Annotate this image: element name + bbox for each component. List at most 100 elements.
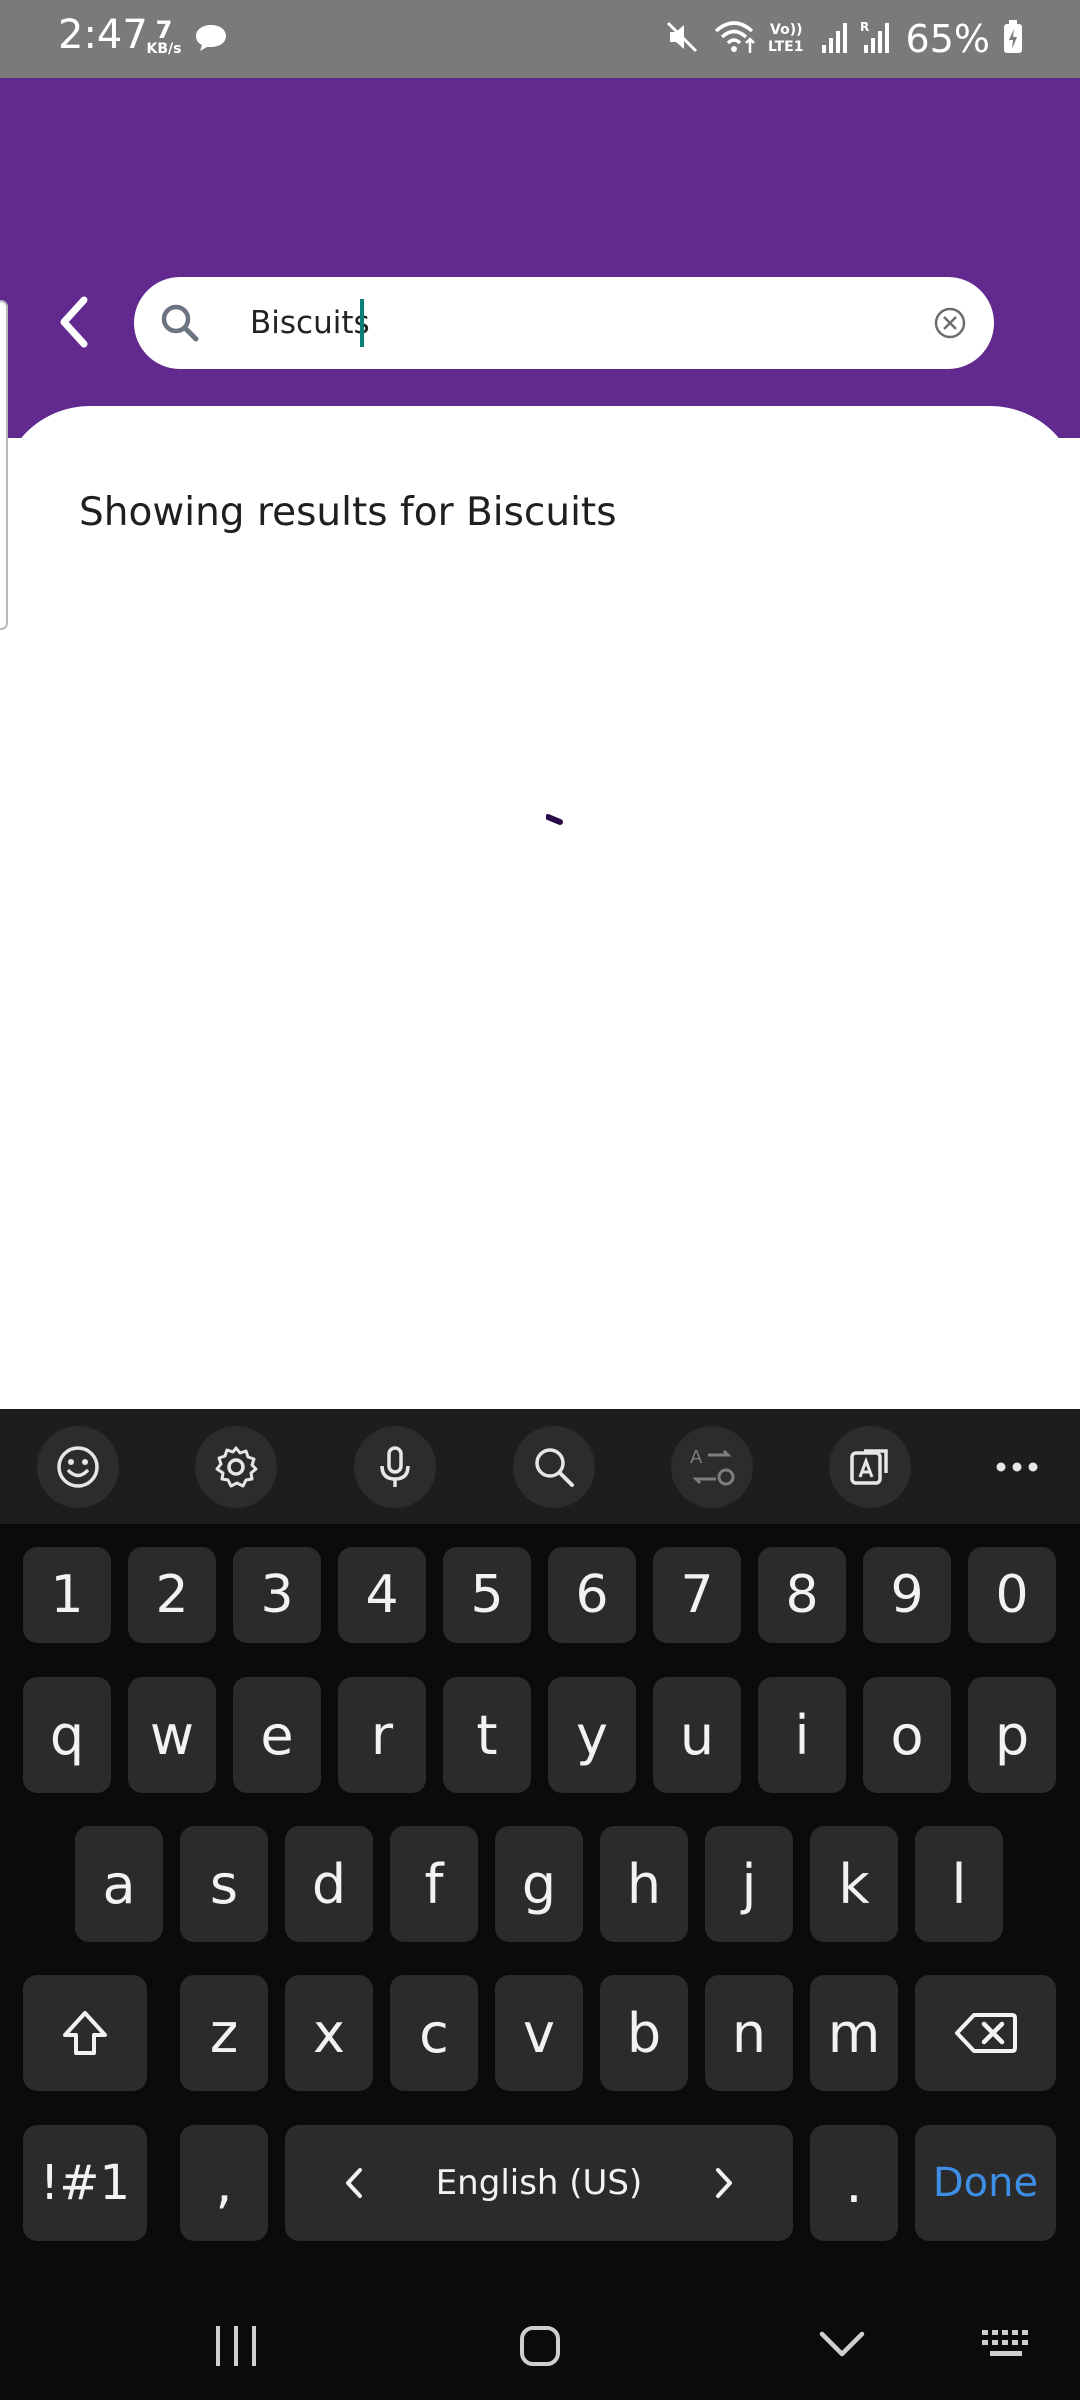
- key-6[interactable]: 6: [548, 1547, 636, 1643]
- key-2[interactable]: 2: [128, 1547, 216, 1643]
- search-icon: [156, 299, 204, 351]
- key-3[interactable]: 3: [233, 1547, 321, 1643]
- recents-icon[interactable]: [206, 2318, 266, 2378]
- translate-icon: A: [690, 1447, 735, 1486]
- chevron-left-icon: [346, 2168, 362, 2198]
- key-8[interactable]: 8: [758, 1547, 846, 1643]
- wifi-icon: [712, 19, 756, 59]
- search-icon: [535, 1448, 574, 1487]
- key-h[interactable]: h: [600, 1826, 688, 1942]
- space-key[interactable]: English (US): [285, 2125, 793, 2241]
- key-4[interactable]: 4: [338, 1547, 426, 1643]
- key-t[interactable]: t: [443, 1677, 531, 1793]
- settings-icon: [215, 1446, 258, 1488]
- emoji-icon: [57, 1446, 99, 1488]
- network-speed-value: 7: [155, 16, 173, 44]
- voice-input-button[interactable]: [354, 1426, 436, 1508]
- key-c[interactable]: c: [390, 1975, 478, 2091]
- keyboard: A 1 2 3 4 5 6 7 8 9 0 q w e r t y u i o …: [0, 1409, 1080, 2400]
- key-1[interactable]: 1: [23, 1547, 111, 1643]
- status-bar: 2:47 7 KB/s Vo)) LTE1 R 65%: [0, 0, 1080, 78]
- key-f[interactable]: f: [390, 1826, 478, 1942]
- volte-icon: Vo)) LTE1: [768, 19, 808, 59]
- key-r[interactable]: r: [338, 1677, 426, 1793]
- key-l[interactable]: l: [915, 1826, 1003, 1942]
- clear-icon: [934, 307, 966, 339]
- backspace-icon: [954, 2013, 1017, 2053]
- svg-text:A: A: [690, 1447, 703, 1468]
- back-arrow-icon: [60, 296, 88, 348]
- keyboard-toolbar: A: [0, 1409, 1080, 1524]
- header: [0, 78, 1080, 438]
- results-panel: Showing results for Biscuits: [0, 406, 1080, 1410]
- keyboard-toggle-icon[interactable]: [978, 2324, 1038, 2368]
- network-speed: 7 KB/s: [144, 18, 184, 56]
- key-y[interactable]: y: [548, 1677, 636, 1793]
- battery-charging-icon: [1002, 19, 1024, 59]
- key-9[interactable]: 9: [863, 1547, 951, 1643]
- more-icon: [996, 1462, 1038, 1472]
- key-7[interactable]: 7: [653, 1547, 741, 1643]
- key-p[interactable]: p: [968, 1677, 1056, 1793]
- shift-icon: [63, 2011, 107, 2055]
- key-n[interactable]: n: [705, 1975, 793, 2091]
- key-o[interactable]: o: [863, 1677, 951, 1793]
- home-icon[interactable]: [510, 2316, 570, 2380]
- network-speed-unit: KB/s: [146, 41, 182, 57]
- svg-text:Vo)): Vo)): [770, 22, 802, 38]
- key-z[interactable]: z: [180, 1975, 268, 2091]
- key-0[interactable]: 0: [968, 1547, 1056, 1643]
- signal-icon: [820, 19, 848, 59]
- key-e[interactable]: e: [233, 1677, 321, 1793]
- back-button[interactable]: [50, 290, 100, 354]
- svg-text:LTE1: LTE1: [768, 39, 803, 55]
- key-5[interactable]: 5: [443, 1547, 531, 1643]
- svg-text:R: R: [860, 20, 869, 34]
- mute-icon: [664, 19, 700, 59]
- emoji-button[interactable]: [37, 1426, 119, 1508]
- edge-panel-handle[interactable]: [0, 300, 8, 630]
- comma-key[interactable]: ,: [180, 2125, 268, 2241]
- space-key-label: English (US): [435, 2163, 643, 2203]
- key-u[interactable]: u: [653, 1677, 741, 1793]
- chevron-right-icon: [715, 2168, 732, 2198]
- key-a[interactable]: a: [75, 1826, 163, 1942]
- search-input[interactable]: [250, 291, 830, 355]
- key-v[interactable]: v: [495, 1975, 583, 2091]
- key-w[interactable]: w: [128, 1677, 216, 1793]
- mic-icon: [380, 1446, 410, 1487]
- signal-roaming-icon: R: [860, 19, 894, 59]
- key-q[interactable]: q: [23, 1677, 111, 1793]
- shift-key[interactable]: [23, 1975, 147, 2091]
- translate-button[interactable]: A: [671, 1426, 753, 1508]
- key-b[interactable]: b: [600, 1975, 688, 2091]
- key-j[interactable]: j: [705, 1826, 793, 1942]
- period-key[interactable]: .: [810, 2125, 898, 2241]
- text-caret: [360, 299, 364, 347]
- keyboard-search-button[interactable]: [513, 1426, 595, 1508]
- done-key[interactable]: Done: [915, 2125, 1056, 2241]
- battery-percent: 65%: [905, 17, 990, 61]
- status-time: 2:47: [58, 12, 148, 58]
- status-icons: Vo)) LTE1 R 65%: [664, 14, 1024, 64]
- key-k[interactable]: k: [810, 1826, 898, 1942]
- navigation-bar: [0, 2290, 1080, 2400]
- image-translate-icon: [850, 1449, 888, 1485]
- results-heading: Showing results for Biscuits: [79, 490, 617, 535]
- clear-search-button[interactable]: [932, 305, 968, 341]
- chat-icon: [194, 22, 228, 58]
- key-i[interactable]: i: [758, 1677, 846, 1793]
- keyboard-settings-button[interactable]: [195, 1426, 277, 1508]
- key-m[interactable]: m: [810, 1975, 898, 2091]
- key-g[interactable]: g: [495, 1826, 583, 1942]
- loading-spinner: [545, 812, 564, 831]
- backspace-key[interactable]: [915, 1975, 1056, 2091]
- symbols-key[interactable]: !#1: [23, 2125, 147, 2241]
- key-x[interactable]: x: [285, 1975, 373, 2091]
- key-s[interactable]: s: [180, 1826, 268, 1942]
- more-options-button[interactable]: [976, 1426, 1058, 1508]
- search-bar[interactable]: [134, 277, 994, 369]
- image-translate-button[interactable]: [829, 1426, 911, 1508]
- back-down-icon[interactable]: [812, 2320, 872, 2374]
- key-d[interactable]: d: [285, 1826, 373, 1942]
